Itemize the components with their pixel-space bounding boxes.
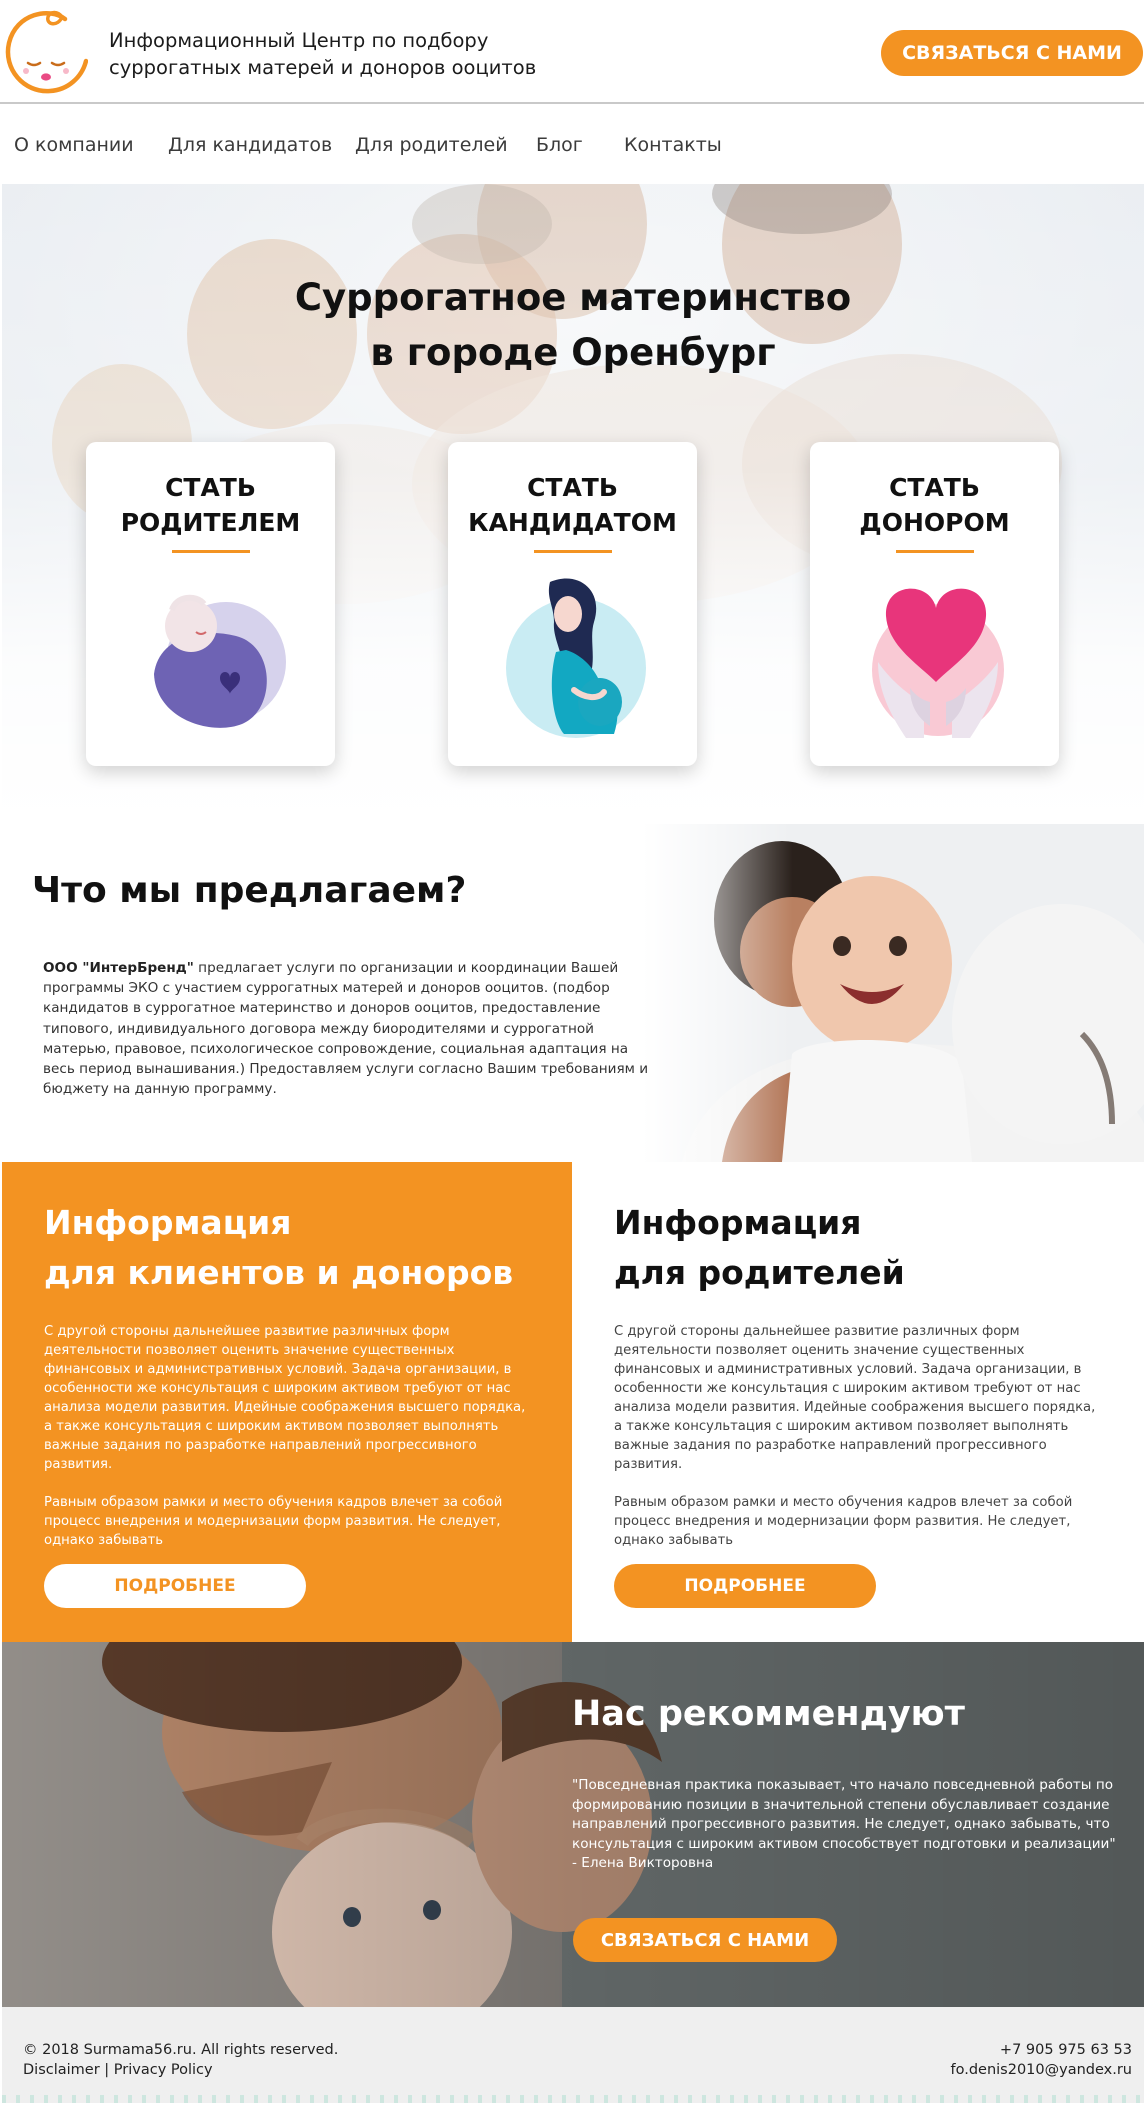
nav-item-blog[interactable]: Блог bbox=[536, 134, 583, 156]
company-name: ООО "ИнтерБренд" bbox=[43, 960, 194, 976]
sleeping-baby-icon bbox=[154, 594, 286, 728]
info-parents: Информация для родителей С другой сторон… bbox=[572, 1162, 1144, 1642]
info-title-line-1: Информация bbox=[44, 1203, 292, 1242]
card-underline bbox=[896, 550, 974, 553]
info-title-line-2: для родителей bbox=[614, 1253, 905, 1292]
more-button-clients[interactable]: ПОДРОБНЕЕ bbox=[44, 1564, 306, 1608]
hero-title-line-1: Суррогатное материнство bbox=[294, 276, 852, 319]
info-paragraph-1: С другой стороны дальнейшее развитие раз… bbox=[614, 1324, 1096, 1472]
info-text: С другой стороны дальнейшее развитие раз… bbox=[44, 1322, 534, 1569]
logo-icon[interactable] bbox=[2, 5, 88, 95]
card-underline bbox=[534, 550, 612, 553]
brand-line-1: Информационный Центр по подбору bbox=[109, 29, 489, 52]
info-paragraph-2: Равным образом рамки и место обучения ка… bbox=[44, 1495, 503, 1548]
hero-title: Суррогатное материнство в городе Оренбур… bbox=[2, 270, 1144, 380]
contact-us-button[interactable]: СВЯЗАТЬСЯ С НАМИ bbox=[881, 30, 1143, 76]
info-title: Информация для родителей bbox=[614, 1198, 905, 1298]
card-title-line-1: СТАТЬ bbox=[165, 473, 256, 502]
info-text: С другой стороны дальнейшее развитие раз… bbox=[614, 1322, 1104, 1569]
footer-phone[interactable]: +7 905 975 63 53 bbox=[1000, 2042, 1132, 2058]
pregnant-woman-icon bbox=[506, 578, 646, 738]
hero-title-line-2: в городе Оренбург bbox=[370, 331, 776, 374]
card-title-line-1: СТАТЬ bbox=[527, 473, 618, 502]
recommend-section: Нас рекоммендуют "Повседневная практика … bbox=[2, 1642, 1144, 2007]
nav-item-about[interactable]: О компании bbox=[14, 134, 134, 156]
offer-title: Что мы предлагаем? bbox=[32, 870, 467, 911]
card-become-donor[interactable]: СТАТЬ ДОНОРОМ bbox=[810, 442, 1059, 766]
info-title-line-2: для клиентов и доноров bbox=[44, 1253, 514, 1292]
copyright: © 2018 Surmama56.ru. All rights reserved… bbox=[23, 2042, 339, 2058]
page: Информационный Центр по подбору суррогат… bbox=[0, 0, 1144, 2103]
footer-links[interactable]: Disclaimer | Privacy Policy bbox=[23, 2062, 213, 2078]
contact-us-button-bottom[interactable]: СВЯЗАТЬСЯ С НАМИ bbox=[573, 1918, 837, 1962]
card-underline bbox=[172, 550, 250, 553]
offer-section: Что мы предлагаем? ООО "ИнтерБренд" пред… bbox=[2, 824, 1144, 1162]
brand-name[interactable]: Информационный Центр по подбору суррогат… bbox=[109, 27, 549, 81]
info-clients-donors: Информация для клиентов и доноров С друг… bbox=[2, 1162, 572, 1642]
card-title-line-1: СТАТЬ bbox=[889, 473, 980, 502]
info-paragraph-1: С другой стороны дальнейшее развитие раз… bbox=[44, 1324, 526, 1472]
info-paragraph-2: Равным образом рамки и место обучения ка… bbox=[614, 1495, 1073, 1548]
more-button-parents[interactable]: ПОДРОБНЕЕ bbox=[614, 1564, 876, 1608]
info-title-line-1: Информация bbox=[614, 1203, 862, 1242]
main-nav: О компании Для кандидатов Для родителей … bbox=[0, 104, 1144, 184]
recommend-title: Нас рекоммендуют bbox=[572, 1694, 965, 1734]
site-header: Информационный Центр по подбору суррогат… bbox=[0, 0, 1144, 104]
offer-description: ООО "ИнтерБренд" предлагает услуги по ор… bbox=[43, 958, 658, 1099]
hero-section: Суррогатное материнство в городе Оренбур… bbox=[2, 184, 1144, 824]
recommend-quote: "Повседневная практика показывает, что н… bbox=[572, 1777, 1116, 1871]
heart-in-hands-icon bbox=[872, 588, 1004, 738]
offer-text: предлагает услуги по организации и коорд… bbox=[43, 960, 649, 1098]
info-title: Информация для клиентов и доноров bbox=[44, 1198, 513, 1298]
card-title-line-2: КАНДИДАТОМ bbox=[468, 508, 677, 537]
nav-item-parents[interactable]: Для родителей bbox=[355, 134, 508, 156]
brand-line-2: суррогатных матерей и доноров ооцитов bbox=[109, 56, 537, 79]
father-baby-photo bbox=[642, 824, 1144, 1162]
card-become-parent[interactable]: СТАТЬ РОДИТЕЛЕМ bbox=[86, 442, 335, 766]
nav-item-candidates[interactable]: Для кандидатов bbox=[168, 134, 332, 156]
footer-email[interactable]: fo.denis2010@yandex.ru bbox=[951, 2062, 1133, 2078]
card-title-line-2: РОДИТЕЛЕМ bbox=[120, 508, 301, 537]
nav-item-contacts[interactable]: Контакты bbox=[624, 134, 722, 156]
footer-dots-divider bbox=[2, 2095, 1144, 2103]
card-title: СТАТЬ КАНДИДАТОМ bbox=[448, 470, 697, 540]
site-footer: © 2018 Surmama56.ru. All rights reserved… bbox=[2, 2007, 1144, 2103]
card-title: СТАТЬ РОДИТЕЛЕМ bbox=[86, 470, 335, 540]
card-become-candidate[interactable]: СТАТЬ КАНДИДАТОМ bbox=[448, 442, 697, 766]
card-title-line-2: ДОНОРОМ bbox=[859, 508, 1010, 537]
card-title: СТАТЬ ДОНОРОМ bbox=[810, 470, 1059, 540]
